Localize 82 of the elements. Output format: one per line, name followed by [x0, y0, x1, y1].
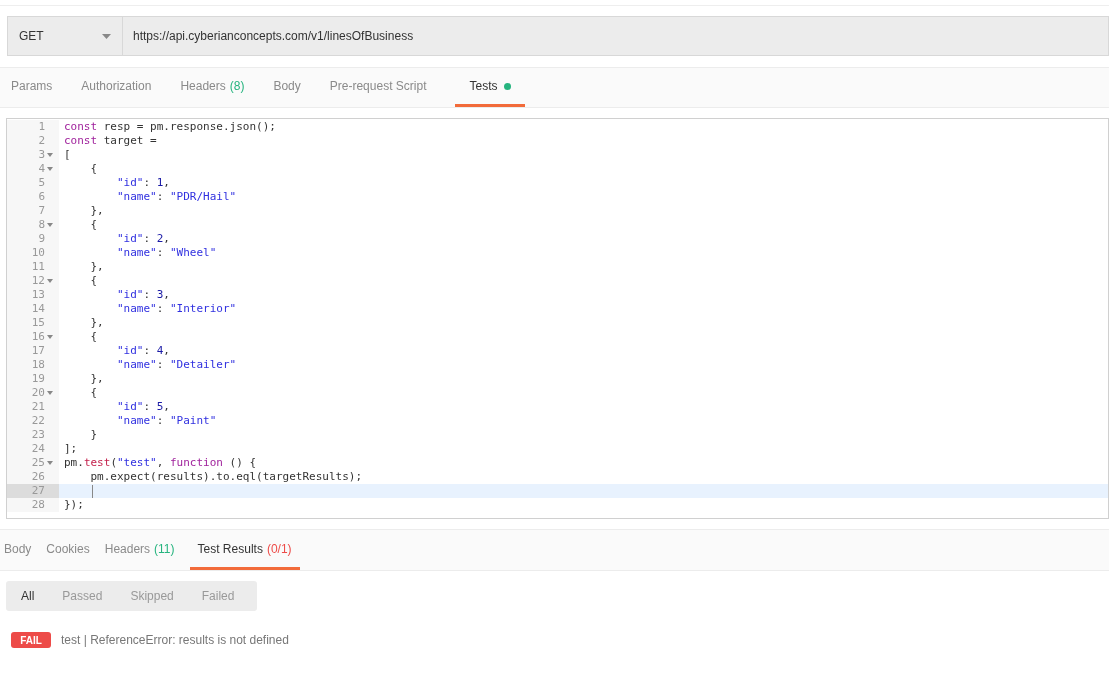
line-number: 22: [31, 414, 45, 428]
line-number: 13: [31, 288, 45, 302]
line-number: 6: [38, 190, 45, 204]
line-number: 1: [38, 120, 45, 134]
code-line: "id": 2,: [115, 232, 170, 246]
fold-caret-icon[interactable]: [47, 153, 53, 157]
line-number: 10: [31, 246, 45, 260]
line-number: 12: [31, 274, 45, 288]
filter-tab[interactable]: Failed: [187, 581, 249, 611]
fold-caret-icon[interactable]: [47, 391, 53, 395]
line-number: 15: [31, 316, 45, 330]
code-line: [: [63, 148, 71, 162]
code-line: },: [89, 260, 104, 274]
fold-caret-icon[interactable]: [47, 279, 53, 283]
line-number: 23: [31, 428, 45, 442]
code-line: pm.expect(results).to.eql(targetResults);: [89, 470, 362, 484]
fold-caret-icon[interactable]: [47, 335, 53, 339]
fold-caret-icon[interactable]: [47, 223, 53, 227]
code-line: ];: [63, 442, 78, 456]
filter-tab[interactable]: Passed: [48, 581, 117, 611]
response-tab[interactable]: Test Results (0/1): [189, 530, 300, 570]
code-line: {: [89, 386, 98, 400]
code-line: "name": "Wheel": [115, 246, 217, 260]
code-line: "id": 1,: [115, 176, 170, 190]
status-badge: FAIL: [11, 632, 51, 648]
line-number: 4: [38, 162, 45, 176]
line-number: 21: [31, 400, 45, 414]
code-line: },: [89, 372, 104, 386]
line-number: 7: [38, 204, 45, 218]
line-number: 11: [31, 260, 45, 274]
code-line: }: [89, 428, 98, 442]
code-line: },: [89, 204, 104, 218]
text-cursor: [92, 484, 93, 498]
code-line: },: [89, 316, 104, 330]
line-number: 17: [31, 344, 45, 358]
code-line: "name": "Paint": [115, 414, 217, 428]
line-number: 25: [31, 456, 45, 470]
code-line: "name": "Interior": [115, 302, 237, 316]
code-line: {: [89, 330, 98, 344]
fold-caret-icon[interactable]: [47, 461, 53, 465]
code-line: });: [63, 498, 84, 512]
line-number: 8: [38, 218, 45, 232]
request-tab[interactable]: Tests: [455, 68, 525, 107]
code-line: {: [89, 218, 98, 232]
code-line: const target =: [63, 134, 157, 148]
response-tab[interactable]: Headers (11): [104, 530, 175, 570]
line-number: 5: [38, 176, 45, 190]
code-line: "name": "Detailer": [115, 358, 237, 372]
code-line: "id": 4,: [115, 344, 170, 358]
filter-tab[interactable]: Skipped: [116, 581, 188, 611]
line-number: 26: [31, 470, 45, 484]
line-number: 16: [31, 330, 45, 344]
code-line: {: [89, 274, 98, 288]
method-dropdown[interactable]: GET: [7, 16, 123, 56]
request-tab[interactable]: Body: [273, 68, 301, 107]
test-result-message: test | ReferenceError: results is not defined: [61, 632, 289, 649]
response-tab[interactable]: Cookies: [46, 530, 90, 570]
response-tab[interactable]: Body: [4, 530, 32, 570]
code-line: pm.test("test", function () {: [63, 456, 257, 470]
code-line: "id": 5,: [115, 400, 170, 414]
line-number: 27: [31, 484, 45, 498]
line-number: 18: [31, 358, 45, 372]
line-number: 19: [31, 372, 45, 386]
line-number: 24: [31, 442, 45, 456]
request-tab[interactable]: Pre-request Script: [329, 68, 427, 107]
line-number: 20: [31, 386, 45, 400]
filter-tab[interactable]: All: [6, 581, 49, 611]
url-field[interactable]: https://api.cyberianconcepts.com/v1/linesOfBusiness: [123, 16, 1109, 56]
line-number: 14: [31, 302, 45, 316]
request-tab[interactable]: Headers (8): [180, 68, 245, 107]
code-line: "id": 3,: [115, 288, 170, 302]
fold-caret-icon[interactable]: [47, 167, 53, 171]
line-number: 28: [31, 498, 45, 512]
request-tab[interactable]: Authorization: [81, 68, 152, 107]
line-number: 9: [38, 232, 45, 246]
request-tab[interactable]: Params: [11, 68, 53, 107]
code-line: const resp = pm.response.json();: [63, 120, 276, 134]
line-number: 3: [38, 148, 45, 162]
caret-icon: [102, 33, 111, 39]
line-number: 2: [38, 134, 45, 148]
code-line: "name": "PDR/Hail": [115, 190, 237, 204]
code-line: {: [89, 162, 98, 176]
